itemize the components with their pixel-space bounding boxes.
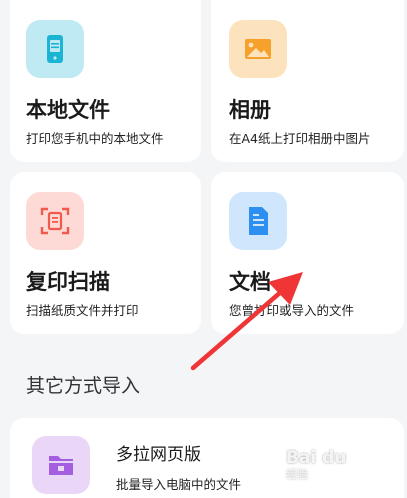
red-annotation-arrow: [190, 272, 303, 371]
